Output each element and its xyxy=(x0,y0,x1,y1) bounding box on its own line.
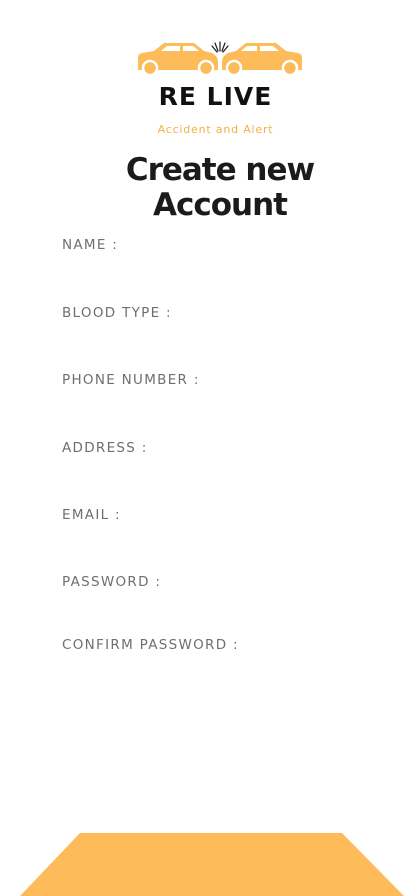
email-field[interactable]: EMAIL : xyxy=(62,507,121,523)
left-car-wheel-front xyxy=(197,59,215,76)
right-car-wheel-front xyxy=(225,59,243,76)
page-title-line-2: Account xyxy=(153,187,288,223)
password-field[interactable]: PASSWORD : xyxy=(62,574,161,590)
page-title-line-1: Create new xyxy=(125,152,315,188)
brand-name: RE LIVE xyxy=(158,82,273,111)
blood-type-field[interactable]: BLOOD TYPE : xyxy=(62,305,172,321)
right-car-wheel-rear xyxy=(281,59,299,76)
impact-lines xyxy=(211,41,229,53)
car-crash-icon xyxy=(138,41,302,76)
address-field[interactable]: ADDRESS : xyxy=(62,440,148,456)
brand-tagline: Accident and Alert xyxy=(157,123,274,136)
footer-trapezoid xyxy=(20,833,404,896)
confirm-password-field[interactable]: CONFIRM PASSWORD : xyxy=(62,637,239,653)
phone-number-field[interactable]: PHONE NUMBER : xyxy=(62,372,200,388)
name-field[interactable]: NAME : xyxy=(62,237,118,253)
page-title: Create new Account xyxy=(0,153,414,223)
left-car-wheel-rear xyxy=(141,59,159,76)
